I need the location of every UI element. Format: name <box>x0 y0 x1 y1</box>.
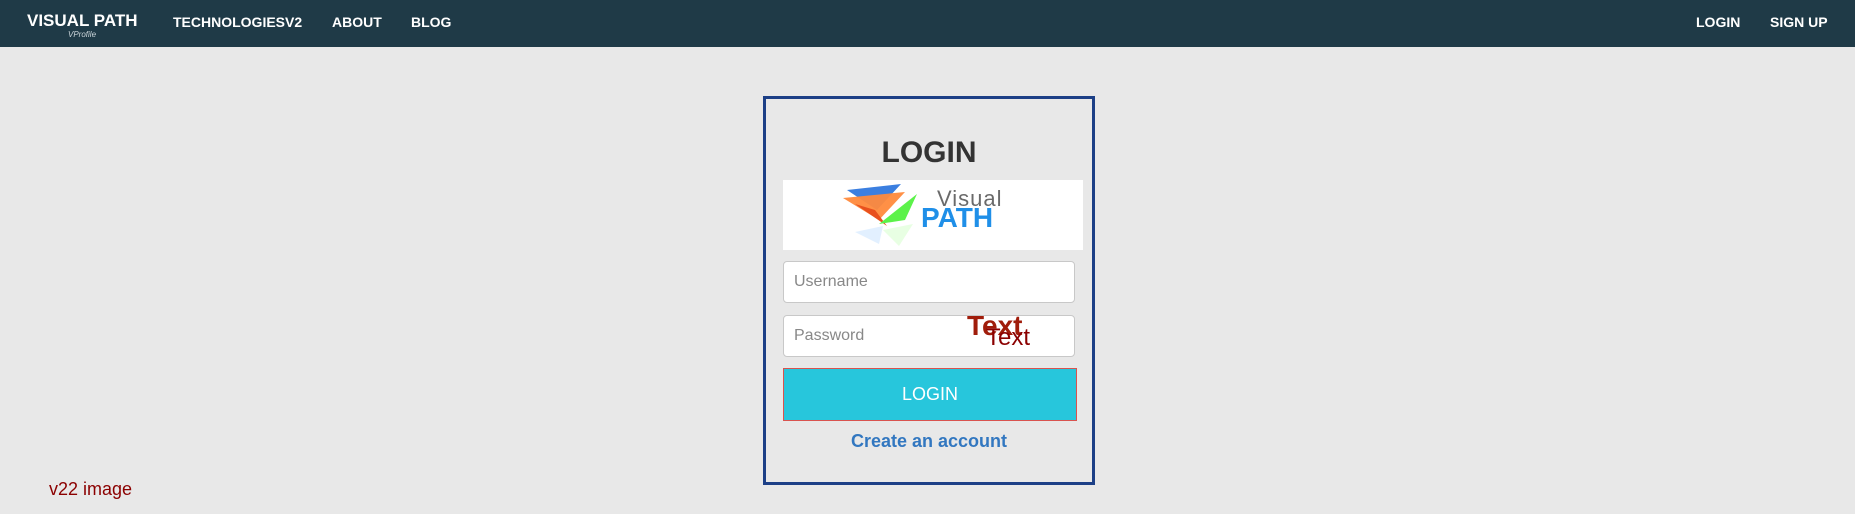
nav-link-blog[interactable]: BLOG <box>411 14 451 30</box>
nav-link-technologiesv2[interactable]: TECHNOLOGIESV2 <box>173 14 302 30</box>
login-button[interactable]: LOGIN <box>783 368 1077 421</box>
nav-link-login[interactable]: LOGIN <box>1696 14 1740 30</box>
username-input[interactable] <box>783 261 1075 303</box>
login-panel: LOGIN Visual PATH LOGIN Create an accoun… <box>763 96 1095 485</box>
login-heading: LOGIN <box>881 136 977 169</box>
brand-logo[interactable]: VISUAL PATH VProfile <box>27 11 145 40</box>
logo-text-path: PATH <box>921 202 994 233</box>
brand-title: VISUAL PATH <box>27 11 138 30</box>
overlay-text-small: Text <box>986 324 1031 351</box>
password-input[interactable] <box>783 315 1075 357</box>
visual-path-logo: Visual PATH <box>783 180 1083 250</box>
top-navbar: VISUAL PATH VProfile TECHNOLOGIESV2 ABOU… <box>0 0 1855 47</box>
nav-link-signup[interactable]: SIGN UP <box>1770 14 1828 30</box>
create-account-link[interactable]: Create an account <box>766 431 1092 452</box>
nav-link-about[interactable]: ABOUT <box>332 14 382 30</box>
version-note: v22 image <box>49 479 133 499</box>
brand-subtitle: VProfile <box>68 30 97 39</box>
